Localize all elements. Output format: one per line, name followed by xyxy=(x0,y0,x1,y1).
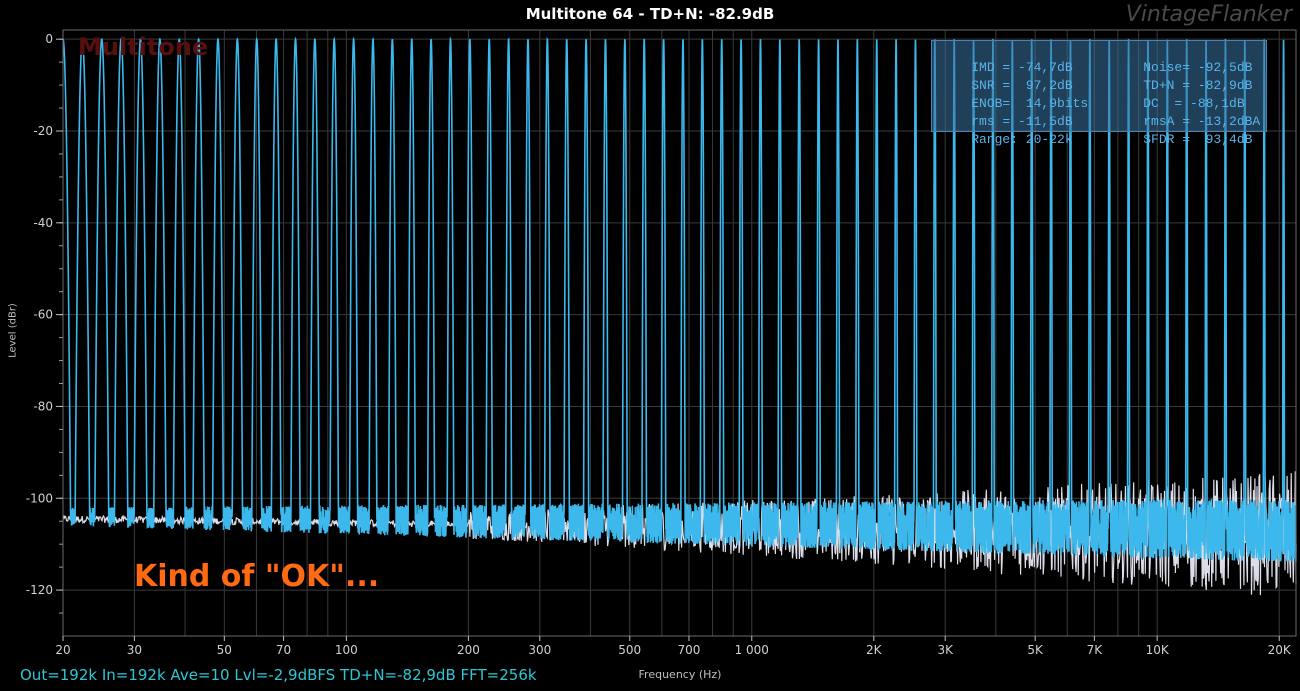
y-tick-label: -120 xyxy=(26,583,53,597)
x-tick-label: 5K xyxy=(1027,643,1044,657)
multitone-watermark: Multitone xyxy=(78,33,209,61)
y-tick-label: -80 xyxy=(33,399,53,413)
x-tick-label: 70 xyxy=(276,643,291,657)
x-tick-label: 10K xyxy=(1146,643,1170,657)
x-tick-label: 20K xyxy=(1268,643,1292,657)
stats-row: ENOB= 14,9bits DC = -88,1dB xyxy=(940,77,1244,111)
y-tick-label: -20 xyxy=(33,124,53,138)
y-tick-label: -60 xyxy=(33,308,53,322)
x-tick-label: 700 xyxy=(678,643,701,657)
stat-sfdr: SFDR = 93,4dB xyxy=(1143,132,1253,147)
brand-label: VintageFlanker xyxy=(1125,2,1292,27)
stats-row: rms = -11,5dB rmsA = -13,2dBA xyxy=(940,95,1260,129)
y-tick-label: 0 xyxy=(45,32,53,46)
x-tick-label: 30 xyxy=(127,643,142,657)
y-tick-label: -100 xyxy=(26,491,53,505)
status-footer: Out=192k In=192k Ave=10 Lvl=-2,9dBFS TD+… xyxy=(20,666,537,684)
stats-panel: IMD = -74,7dB Noise= -92,5dB SNR = 97,2dB… xyxy=(931,40,1267,147)
stat-range: Range: 20-22k xyxy=(971,132,1073,147)
x-tick-label: 500 xyxy=(618,643,641,657)
x-tick-label: 200 xyxy=(457,643,480,657)
stats-row: Range: 20-22k SFDR = 93,4dB xyxy=(940,113,1252,147)
stats-row: IMD = -74,7dB Noise= -92,5dB xyxy=(940,41,1252,75)
x-axis-label: Frequency (Hz) xyxy=(638,668,722,681)
x-tick-label: 1 000 xyxy=(735,643,769,657)
y-axis-label: Level (dBr) xyxy=(7,303,19,358)
stats-row: SNR = 97,2dB TD+N = -82,9dB xyxy=(940,59,1252,93)
y-tick-label: -40 xyxy=(33,216,53,230)
x-tick-label: 2K xyxy=(866,643,883,657)
chart-title: Multitone 64 - TD+N: -82.9dB xyxy=(525,5,775,23)
annotation-text: Kind of "OK"... xyxy=(134,559,380,594)
x-tick-label: 50 xyxy=(217,643,232,657)
x-tick-label: 300 xyxy=(528,643,551,657)
x-tick-label: 100 xyxy=(335,643,358,657)
x-tick-label: 3K xyxy=(937,643,954,657)
x-tick-label: 20 xyxy=(55,643,70,657)
x-tick-label: 7K xyxy=(1087,643,1104,657)
